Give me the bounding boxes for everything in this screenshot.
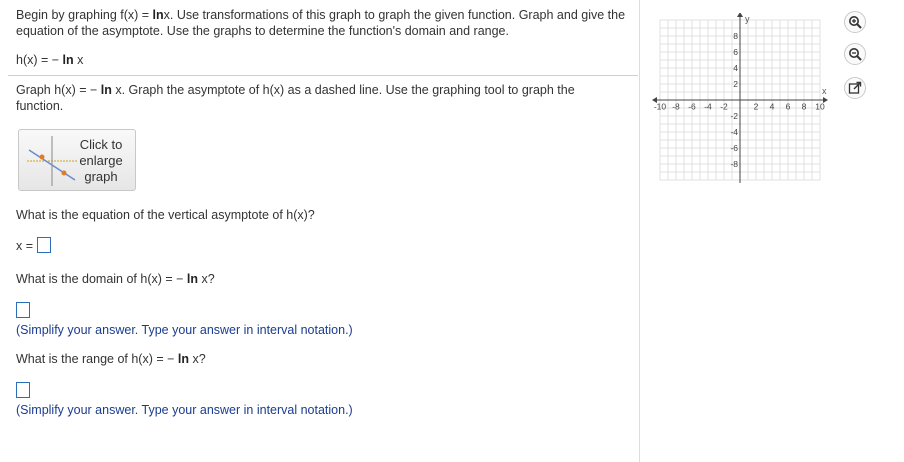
x-tick-label: -4 — [704, 101, 712, 111]
y-tick-label: -2 — [730, 111, 738, 121]
graph-thumbnail-icon — [27, 136, 77, 186]
zoom-out-icon — [849, 48, 862, 61]
asymptote-answer-input[interactable] — [37, 237, 51, 253]
x-tick-label: 8 — [802, 101, 807, 111]
x-tick-label: -10 — [654, 101, 667, 111]
divider — [8, 75, 638, 76]
range-hint: (Simplify your answer. Type your answer … — [16, 403, 353, 417]
range-answer-input[interactable] — [16, 382, 30, 398]
x-axis-label: x — [822, 86, 827, 96]
x-tick-label: 10 — [815, 101, 825, 111]
zoom-out-button[interactable] — [844, 43, 866, 65]
domain-answer-input[interactable] — [16, 302, 30, 318]
y-axis-label: y — [745, 14, 750, 24]
y-tick-label: 6 — [733, 47, 738, 57]
coordinate-graph[interactable]: -10 -8 -6 -4 -2 2 4 6 8 10 8 6 4 2 -2 -4 -6 -8 x y — [651, 13, 833, 183]
domain-hint: (Simplify your answer. Type your answer … — [16, 323, 353, 337]
zoom-in-icon — [849, 16, 862, 29]
y-tick-label: 8 — [733, 31, 738, 41]
x-tick-label: 2 — [754, 101, 759, 111]
y-axis-arrow-up — [737, 13, 743, 17]
panel-divider — [639, 0, 640, 462]
enlarge-graph-label: Click to enlarge graph — [79, 137, 123, 184]
function-definition: h(x) = − ln x — [16, 53, 84, 67]
enlarge-graph-button[interactable]: Click to enlarge graph — [18, 129, 136, 191]
popout-icon — [848, 81, 862, 94]
question-asymptote: What is the equation of the vertical asy… — [16, 208, 315, 222]
x-tick-label: 4 — [770, 101, 775, 111]
zoom-in-button[interactable] — [844, 11, 866, 33]
x-tick-label: 6 — [786, 101, 791, 111]
popout-button[interactable] — [844, 77, 866, 99]
x-tick-label: -2 — [720, 101, 728, 111]
y-tick-label: 4 — [733, 63, 738, 73]
question-panel: Begin by graphing f(x) = lnx. Use transf… — [0, 0, 640, 462]
y-tick-label: -6 — [730, 143, 738, 153]
x-tick-label: -6 — [688, 101, 696, 111]
y-tick-label: -8 — [730, 159, 738, 169]
instructions: Begin by graphing f(x) = lnx. Use transf… — [16, 8, 626, 38]
y-tick-label: 2 — [733, 79, 738, 89]
axes — [652, 13, 828, 183]
graph-task: Graph h(x) = − ln x. Graph the asymptote… — [16, 83, 575, 113]
question-range: What is the range of h(x) = − ln x? — [16, 352, 206, 366]
x-tick-label: -8 — [672, 101, 680, 111]
question-domain: What is the domain of h(x) = − ln x? — [16, 272, 215, 286]
y-tick-label: -4 — [730, 127, 738, 137]
asymptote-prefix: x = — [16, 239, 34, 253]
